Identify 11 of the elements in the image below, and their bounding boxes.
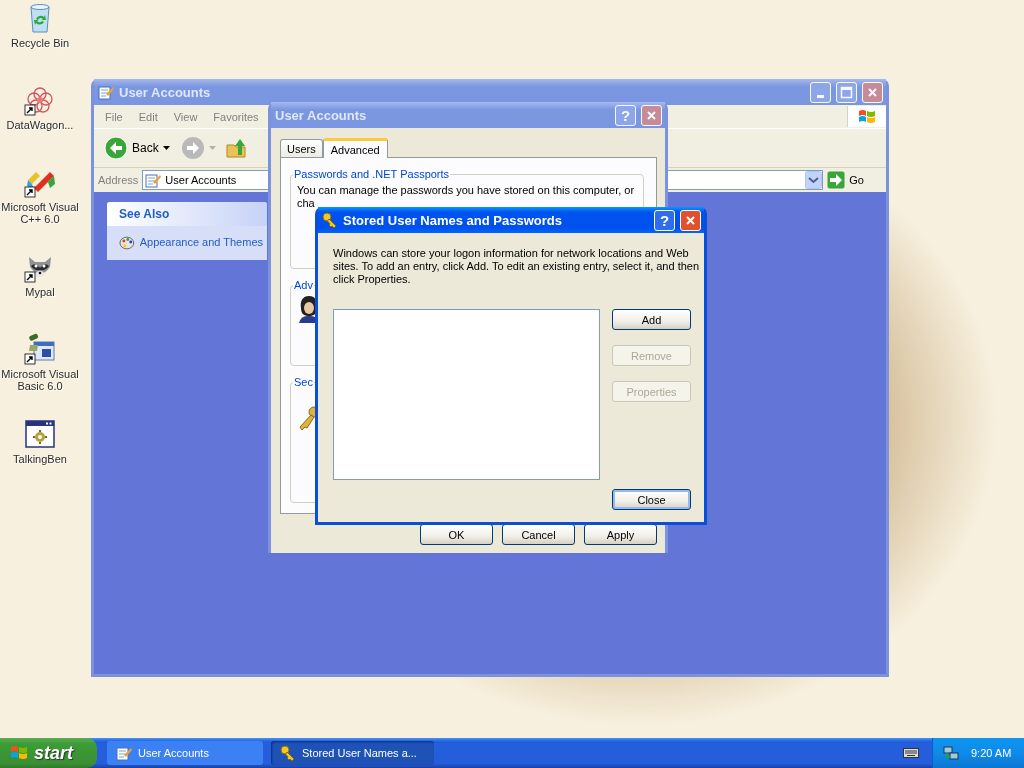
group-label: Sec — [293, 376, 314, 389]
panel-title: See Also — [107, 202, 267, 226]
group-label: Adv — [293, 279, 314, 292]
window-title: User Accounts — [119, 84, 212, 100]
description-text: Windows can store your logon information for network locations and Web sites. To add an entry, click Add. To edit an existing entry, select it, and then click Properties. — [333, 247, 701, 286]
window-title: Stored User Names and Passwords — [343, 212, 563, 228]
window-title: User Accounts — [275, 107, 368, 123]
text-line: You can manage the passwords you have stored on this computer, or — [297, 184, 635, 197]
text-line: cha — [297, 197, 316, 210]
group-label: Passwords and .NET Passports — [293, 168, 451, 180]
address-label: Address — [98, 174, 139, 186]
